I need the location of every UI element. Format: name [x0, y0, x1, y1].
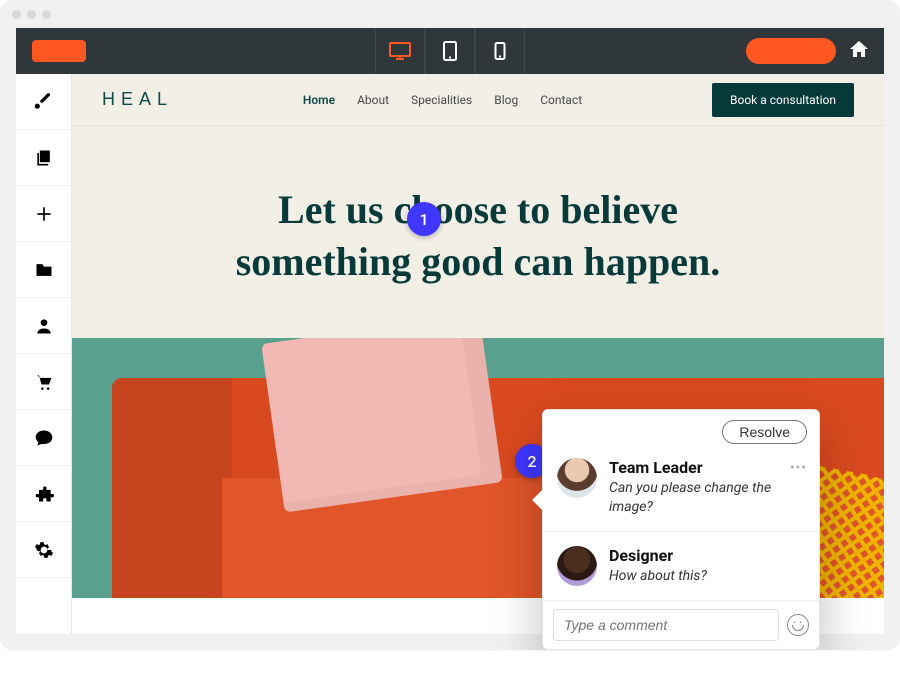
rail-comments-button[interactable]	[16, 410, 71, 466]
home-icon[interactable]	[850, 41, 868, 61]
tablet-icon	[442, 41, 458, 61]
publish-button[interactable]	[746, 38, 836, 64]
nav-about[interactable]: About	[357, 93, 389, 107]
popover-header: Resolve	[543, 410, 819, 450]
resolve-button[interactable]: Resolve	[722, 420, 807, 444]
comment-more-button[interactable]: •••	[790, 460, 807, 476]
comment-author: Designer	[609, 546, 805, 565]
rail-files-button[interactable]	[16, 242, 71, 298]
rail-add-button[interactable]	[16, 186, 71, 242]
comment-author: Team Leader	[609, 458, 805, 477]
topbar-left	[32, 40, 86, 62]
editor-app: HEAL Home About Specialities Blog Contac…	[16, 28, 884, 634]
mobile-icon	[494, 42, 506, 60]
window-dot	[42, 10, 51, 19]
popover-arrow	[533, 490, 543, 510]
cart-icon	[34, 372, 54, 392]
window-dot	[12, 10, 21, 19]
comment-popover: Resolve Team Leader Can you please chang…	[542, 409, 820, 650]
sofa-graphic	[112, 378, 232, 598]
rail-store-button[interactable]	[16, 354, 71, 410]
topbar-primary-button[interactable]	[32, 40, 86, 62]
site-header: HEAL Home About Specialities Blog Contac…	[72, 74, 884, 126]
comment-input-row	[543, 600, 819, 649]
emoji-icon[interactable]	[787, 614, 809, 636]
device-switcher	[375, 28, 525, 74]
chat-icon	[34, 428, 54, 448]
device-tablet-button[interactable]	[425, 28, 475, 74]
desktop-icon	[388, 41, 412, 61]
device-mobile-button[interactable]	[475, 28, 525, 74]
nav-contact[interactable]: Contact	[540, 93, 582, 107]
comment-text: How about this?	[609, 567, 805, 586]
comment-text: Can you please change the image?	[609, 479, 805, 517]
avatar	[557, 546, 597, 586]
topbar-right	[746, 38, 868, 64]
nav-specialities[interactable]: Specialities	[411, 93, 472, 107]
hero-section: Let us choose to believe something good …	[72, 126, 884, 338]
book-consultation-button[interactable]: Book a consultation	[712, 83, 854, 117]
annotation-badge-1[interactable]: 1	[407, 202, 441, 236]
nav-blog[interactable]: Blog	[494, 93, 518, 107]
comment-item: Designer How about this?	[543, 531, 819, 600]
pillow-graphic	[261, 338, 503, 512]
hero-headline-line1: Let us choose to believe	[92, 184, 864, 236]
pages-icon	[34, 148, 54, 168]
rail-apps-button[interactable]	[16, 466, 71, 522]
hero-headline-line2: something good can happen.	[92, 236, 864, 288]
nav-home[interactable]: Home	[303, 93, 335, 107]
site-brand: HEAL	[102, 89, 173, 110]
browser-titlebar	[0, 0, 900, 28]
gear-icon	[34, 540, 54, 560]
editor-topbar	[16, 28, 884, 74]
rail-users-button[interactable]	[16, 298, 71, 354]
rail-settings-button[interactable]	[16, 522, 71, 578]
rail-design-button[interactable]	[16, 74, 71, 130]
left-rail	[16, 74, 72, 634]
folder-icon	[34, 260, 54, 280]
window-dot	[27, 10, 36, 19]
browser-frame: HEAL Home About Specialities Blog Contac…	[0, 0, 900, 650]
puzzle-icon	[34, 484, 54, 504]
comment-input[interactable]	[553, 609, 779, 641]
person-icon	[34, 316, 54, 336]
device-desktop-button[interactable]	[375, 28, 425, 74]
avatar	[557, 458, 597, 498]
plus-icon	[34, 204, 54, 224]
rail-pages-button[interactable]	[16, 130, 71, 186]
brush-icon	[34, 92, 54, 112]
site-nav: Home About Specialities Blog Contact	[303, 93, 582, 107]
comment-item: Team Leader Can you please change the im…	[543, 450, 819, 531]
